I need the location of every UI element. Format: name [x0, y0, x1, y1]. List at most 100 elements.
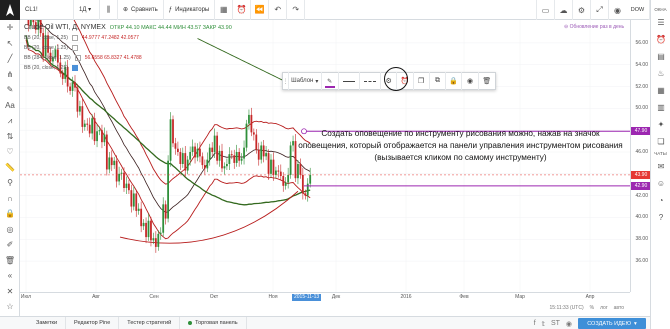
interval-text: 1Д: [79, 6, 87, 13]
crosshair-tool[interactable]: ✛: [0, 20, 20, 36]
clone-button[interactable]: ⧉: [430, 72, 447, 90]
private-chat-button[interactable]: ☺: [651, 175, 670, 192]
icons-tool[interactable]: ♡: [0, 144, 20, 160]
log-toggle[interactable]: лог: [600, 305, 608, 311]
layout-button[interactable]: ▭: [536, 0, 554, 20]
list-icon: ☰: [657, 18, 665, 27]
windows-label: ОКНА: [654, 7, 667, 12]
price-scale[interactable]: 56.0054.0052.0050.0048.0046.0044.0042.00…: [630, 20, 651, 292]
visibility-tool[interactable]: ◎: [0, 222, 20, 238]
line-style-button[interactable]: [360, 72, 381, 90]
line-width-button[interactable]: [339, 72, 360, 90]
symbol-input[interactable]: CL1!: [20, 0, 74, 20]
redo-button[interactable]: ↷: [287, 0, 306, 20]
tab-pine-editor[interactable]: Редактор Pine: [66, 316, 120, 329]
alerts-panel-button[interactable]: ⏰: [651, 31, 670, 48]
trend-line-tool[interactable]: ╱: [0, 51, 20, 67]
ruler-tool[interactable]: 📏: [0, 160, 20, 176]
magnet-tool[interactable]: ∩: [0, 191, 20, 207]
favorites-tool[interactable]: ☆: [0, 299, 20, 315]
alert-indicator[interactable]: ⊖ Обновление раз в день: [564, 24, 624, 30]
watchlist-button[interactable]: ☰: [651, 14, 670, 31]
help-button[interactable]: ?: [651, 209, 670, 226]
text-tool[interactable]: Aa: [0, 98, 20, 114]
lock-tool[interactable]: 🔒: [0, 206, 20, 222]
undo-button[interactable]: ↶: [269, 0, 288, 20]
legend-bb1[interactable]: BB (20, close, 1.25) 44.9777 47.2482 42.…: [24, 33, 232, 43]
legend-bb4-toggle[interactable]: [71, 65, 78, 71]
tools-settings[interactable]: ✕: [0, 284, 20, 300]
create-alert-button[interactable]: ⏰: [397, 72, 414, 90]
data-window-button[interactable]: ▤: [651, 48, 670, 65]
twitter-icon[interactable]: 𝕥: [542, 320, 545, 328]
hide-drawing-button[interactable]: ◉: [462, 72, 479, 90]
legend-bb2[interactable]: BB (20, close, 1.25): [24, 43, 232, 53]
chat-button[interactable]: ✉: [651, 158, 670, 175]
crosshair-icon: ✛: [6, 23, 14, 33]
candle-body: [252, 132, 255, 135]
delete-drawings-tool[interactable]: 🗑: [0, 253, 20, 269]
line-color-button[interactable]: ✎: [322, 72, 339, 90]
drawing-settings-button[interactable]: ⚙: [381, 72, 398, 90]
zoom-tool[interactable]: ⚲: [0, 175, 20, 191]
calendar-button[interactable]: ▦: [651, 82, 670, 99]
tab-notes[interactable]: Заметки: [28, 316, 67, 329]
bar-style-button[interactable]: ⫼: [100, 0, 118, 20]
alarm-icon: ⏰: [656, 35, 666, 44]
legend-bb3-toggle[interactable]: [74, 55, 81, 61]
percent-toggle[interactable]: %: [590, 305, 594, 311]
hotlists-button[interactable]: ♨: [651, 65, 670, 82]
compare-button[interactable]: ⊕ Сравнить: [118, 0, 164, 20]
legend-bb2-toggle[interactable]: [71, 45, 78, 51]
tab-strategy-tester[interactable]: Тестер стратегий: [119, 316, 181, 329]
dow-button[interactable]: DOW: [626, 0, 650, 20]
templates-button[interactable]: ▦: [215, 0, 234, 20]
create-idea-button[interactable]: СОЗДАТЬ ИДЕЮ ▾: [578, 318, 646, 329]
candle-body: [284, 182, 287, 186]
bring-to-front-button[interactable]: ❐: [414, 72, 430, 90]
tab-trading-panel[interactable]: Торговая панель: [180, 316, 247, 329]
scripts-button[interactable]: ❏: [651, 133, 670, 150]
streams-button[interactable]: ◔: [651, 192, 670, 209]
brush-tool[interactable]: ✎: [0, 82, 20, 98]
candle-body: [206, 159, 209, 169]
screenshot-button[interactable]: ◉: [608, 0, 626, 20]
price-tick: 46.00: [635, 149, 648, 155]
replay-button[interactable]: ⏪: [251, 0, 270, 20]
cursor-tool[interactable]: ↖: [0, 36, 20, 52]
camera-icon[interactable]: ◉: [566, 320, 572, 328]
hide-toolbar[interactable]: «: [0, 268, 20, 284]
time-scale[interactable]: Июл Авг Сен Окт Ноя Дек 2016 Фев Мар Апр 2015-11-1…: [20, 292, 630, 302]
candle-body: [201, 156, 204, 166]
people-icon: ☺: [656, 179, 666, 188]
lock-drawing-button[interactable]: 🔒: [446, 72, 463, 90]
cloud-button[interactable]: ☁: [554, 0, 572, 20]
legend-bb1-toggle[interactable]: [71, 35, 78, 41]
candle-body: [228, 154, 231, 164]
logo-icon[interactable]: [0, 0, 20, 20]
prediction-tool[interactable]: ⇅: [0, 129, 20, 145]
news-button[interactable]: ▥: [651, 99, 670, 116]
auto-toggle[interactable]: авто: [614, 305, 624, 311]
pattern-tool[interactable]: ⩘: [0, 113, 20, 129]
candle-body: [304, 193, 307, 196]
price-tick: 54.00: [635, 61, 648, 68]
legend-bb3[interactable]: BB (284, close, 1.25) 56.6558 65.8327 41…: [24, 53, 232, 63]
candle-body: [142, 222, 145, 227]
pitchfork-tool[interactable]: ⋔: [0, 67, 20, 83]
alert-button[interactable]: ⏰: [233, 0, 252, 20]
facebook-icon[interactable]: f: [534, 320, 536, 327]
fullscreen-button[interactable]: ⤢: [590, 0, 608, 20]
collapse-icon: «: [7, 271, 13, 281]
ideas-stream-button[interactable]: ✦: [651, 116, 670, 133]
clock-text: 15:11:33 (UTC): [549, 304, 584, 311]
legend-bb4[interactable]: BB (20, close, 1.25): [24, 63, 232, 73]
template-dropdown[interactable]: Шаблон ▾: [289, 72, 322, 90]
interval-select[interactable]: 1Д ▾: [74, 0, 100, 20]
delete-drawing-button[interactable]: 🗑: [479, 72, 495, 90]
stocktwits-icon[interactable]: ST: [551, 320, 560, 327]
stay-in-drawing-tool[interactable]: ✐: [0, 237, 20, 253]
candle-body: [172, 119, 174, 144]
settings-button[interactable]: ⚙: [572, 0, 590, 20]
indicators-button[interactable]: ƒ Индикаторы: [164, 0, 216, 20]
